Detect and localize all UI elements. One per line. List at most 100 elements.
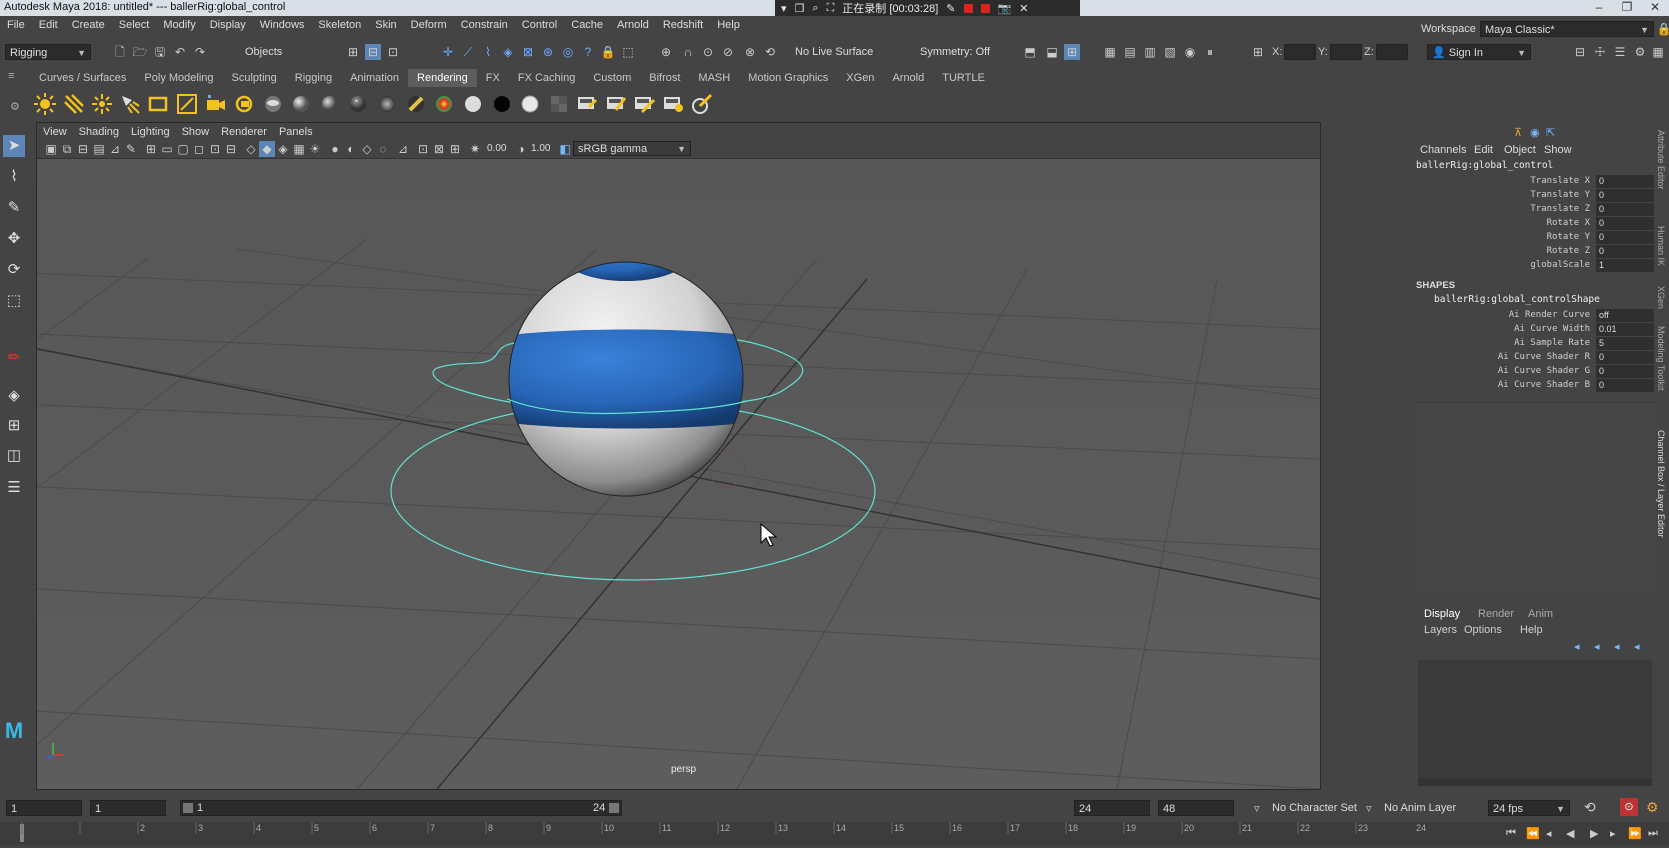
attr-label[interactable]: Rotate Y (1414, 232, 1590, 242)
bookmarks-icon[interactable]: ⊟ (75, 141, 91, 157)
layer-list[interactable] (1418, 660, 1652, 778)
time-ruler[interactable]: 2 3 4 5 6 7 8 9 10 11 12 13 14 15 16 17 18 19 20 21 22 23 24 ⏮… (0, 822, 1669, 845)
construction-history-icon[interactable]: ⊞ (1064, 44, 1080, 60)
outliner-layout-icon[interactable]: ☰ (3, 477, 25, 499)
ipr-render-icon[interactable] (604, 92, 628, 116)
shelf-tab-mash[interactable]: MASH (689, 69, 739, 87)
render-settings-icon[interactable]: ▧ (1162, 44, 1178, 60)
point-light-icon[interactable] (90, 92, 114, 116)
z-field[interactable] (1376, 44, 1408, 60)
play-forwards-icon[interactable]: ▶ (1590, 827, 1598, 840)
select-by-misc-icon[interactable]: ? (580, 44, 596, 60)
workspace-dropdown[interactable]: Maya Classic* ▼ (1480, 21, 1654, 37)
attr-label[interactable]: Translate Z (1414, 204, 1590, 214)
minimize-button[interactable]: – (1585, 0, 1613, 16)
range-slider[interactable]: 1 24 (180, 800, 622, 816)
texture-checker-icon[interactable] (547, 92, 571, 116)
shelf-tab-rendering[interactable]: Rendering (408, 69, 477, 87)
menu-help[interactable]: Help (710, 19, 747, 31)
menu-create[interactable]: Create (65, 19, 112, 31)
component-mode-icon[interactable]: ⊡ (385, 44, 401, 60)
move-layer-down-icon[interactable]: ◂ (1594, 640, 1600, 653)
viewport-scene[interactable]: persp (37, 159, 1320, 789)
shelf-tab-fx[interactable]: FX (477, 69, 509, 87)
side-tab-channel-box[interactable]: Channel Box / Layer Editor (1656, 430, 1666, 538)
viewport-menu-view[interactable]: View (37, 126, 73, 138)
sign-in-dropdown[interactable]: 👤 Sign In ▼ (1427, 44, 1531, 60)
range-slider-handle-end[interactable] (609, 803, 619, 813)
pause-icon[interactable]: ⏸ (1202, 44, 1218, 60)
fps-dropdown[interactable]: 24 fps ▼ (1488, 800, 1570, 816)
menu-modify[interactable]: Modify (156, 19, 202, 31)
field-chart-icon[interactable]: ⊡ (207, 141, 223, 157)
four-view-layout-icon[interactable]: ⊞ (3, 415, 25, 437)
redo-icon[interactable]: ↷ (192, 44, 208, 60)
selection-mode-label[interactable]: Objects (245, 46, 282, 58)
channel-box-help-icon[interactable]: ◉ (1530, 126, 1540, 139)
stop-record-icon[interactable] (963, 3, 973, 13)
phong-e-material-icon[interactable] (346, 92, 370, 116)
layer-tab-render[interactable]: Render (1478, 608, 1514, 620)
gamma-icon[interactable]: ◑ (513, 141, 529, 157)
object-mode-icon[interactable]: ⊟ (365, 44, 381, 60)
snap-grid-icon[interactable]: ⊕ (658, 44, 674, 60)
attr-label[interactable]: Translate X (1414, 176, 1590, 186)
attr-value[interactable]: 0 (1596, 245, 1654, 258)
layer-menu-layers[interactable]: Layers (1424, 624, 1457, 636)
paint-select-tool-icon[interactable]: ✎ (3, 197, 25, 219)
anti-aliasing-icon[interactable]: ◇ (359, 141, 375, 157)
move-tool-icon[interactable]: ✥ (3, 228, 25, 250)
undo-icon[interactable]: ↶ (172, 44, 188, 60)
render-frame-icon[interactable]: ▤ (1122, 44, 1138, 60)
viewport-menu-lighting[interactable]: Lighting (125, 126, 176, 138)
layer-tab-anim[interactable]: Anim (1528, 608, 1553, 620)
range-slider-handle-start[interactable] (183, 803, 193, 813)
lock-icon[interactable]: 🔒 (1656, 21, 1669, 37)
layered-shader-icon[interactable] (404, 92, 428, 116)
loop-playback-icon[interactable]: ⟲ (1584, 799, 1596, 816)
two-pane-layout-icon[interactable]: ◫ (3, 445, 25, 467)
viewport-menu-panels[interactable]: Panels (273, 126, 319, 138)
channel-menu-channels[interactable]: Channels (1420, 144, 1466, 156)
shape-attr-value[interactable]: 0 (1596, 351, 1654, 364)
directional-light-icon[interactable] (62, 92, 86, 116)
viewport-menu-renderer[interactable]: Renderer (215, 126, 273, 138)
surface-shader-icon[interactable] (461, 92, 485, 116)
pen-icon[interactable]: ✎ (946, 2, 955, 15)
camera-aim-icon[interactable] (232, 92, 256, 116)
shelf-tab-turtle[interactable]: TURTLE (933, 69, 994, 87)
select-by-dynamic-icon[interactable]: ⊛ (540, 44, 556, 60)
preferences-icon[interactable]: ⚙ (1646, 799, 1659, 816)
single-perspective-layout-icon[interactable]: ◈ (3, 385, 25, 407)
film-gate-icon[interactable]: ▭ (159, 141, 175, 157)
channel-menu-object[interactable]: Object (1504, 144, 1536, 156)
ipr-render-icon[interactable]: ▥ (1142, 44, 1158, 60)
phong-material-icon[interactable] (318, 92, 342, 116)
shelf-tab-custom[interactable]: Custom (584, 69, 640, 87)
attr-value[interactable]: 1 (1596, 259, 1654, 272)
scale-tool-icon[interactable]: ⬚ (3, 290, 25, 312)
close-window-button[interactable]: ✕ (1641, 0, 1669, 16)
new-layer-icon[interactable]: ◂ (1614, 640, 1620, 653)
attr-value[interactable]: 0 (1596, 231, 1654, 244)
layer-menu-options[interactable]: Options (1464, 624, 1502, 636)
wireframe-icon[interactable]: ◇ (243, 141, 259, 157)
x-field[interactable] (1284, 44, 1316, 60)
anim-layer-dropdown[interactable]: No Anim Layer (1384, 802, 1456, 814)
maximize-button[interactable]: ❐ (1613, 0, 1641, 16)
lasso-tool-icon[interactable]: ⌇ (3, 166, 25, 188)
attr-value[interactable]: 0 (1596, 217, 1654, 230)
anisotropic-material-icon[interactable] (375, 92, 399, 116)
side-tab-human-ik[interactable]: Human IK (1656, 226, 1666, 266)
shape-attr-label[interactable]: Ai Curve Shader R (1414, 352, 1590, 362)
save-scene-icon[interactable]: 🖫 (152, 44, 168, 60)
select-camera-icon[interactable]: ▣ (43, 141, 59, 157)
character-controls-icon[interactable]: ☩ (1592, 44, 1608, 60)
menu-skeleton[interactable]: Skeleton (311, 19, 368, 31)
batch-render-icon[interactable] (661, 92, 685, 116)
snap-projected-icon[interactable]: ⊘ (720, 44, 736, 60)
channel-box-toggle-icon[interactable]: ⊼ (1514, 126, 1522, 139)
node-name[interactable]: ballerRig:global_control (1416, 160, 1553, 171)
snap-point-icon[interactable]: ⊙ (700, 44, 716, 60)
menu-windows[interactable]: Windows (253, 19, 312, 31)
